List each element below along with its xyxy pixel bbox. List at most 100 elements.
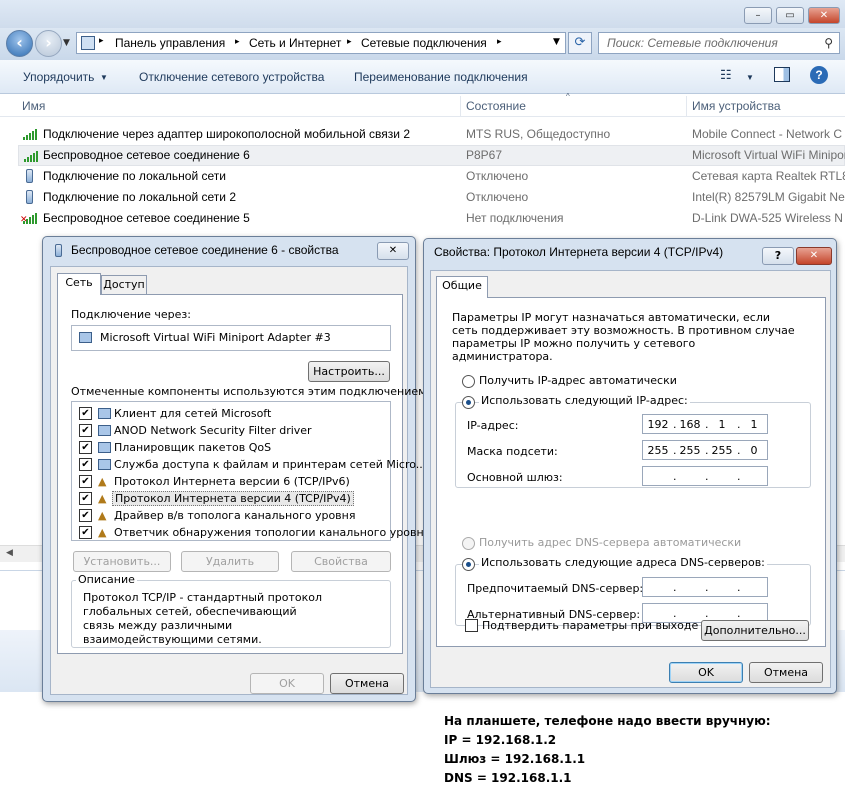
tab-panel: Подключение через: Microsoft Virtual WiF… xyxy=(57,294,430,654)
component-checkbox[interactable]: ✔ xyxy=(79,475,92,488)
tab-network[interactable]: Сеть xyxy=(57,273,101,295)
search-input[interactable]: Поиск: Сетевые подключения ⚲ xyxy=(598,32,840,54)
tab-general[interactable]: Общие xyxy=(436,276,488,298)
component-item[interactable]: ✔ Клиент для сетей Microsoft xyxy=(72,405,390,422)
description-text: Протокол TCP/IP - стандартный протокол г… xyxy=(83,591,323,646)
view-chevron-icon[interactable]: ▼ xyxy=(746,73,754,82)
ok-button[interactable]: OK xyxy=(669,662,743,683)
close-button[interactable]: ✕ xyxy=(377,242,409,260)
note-heading: На планшете, телефоне надо ввести вручну… xyxy=(444,714,771,728)
organize-button[interactable]: Упорядочить xyxy=(23,70,94,84)
component-item[interactable]: ✔ ▲ Протокол Интернета версии 6 (TCP/IPv… xyxy=(72,473,390,490)
column-name[interactable]: Имя xyxy=(22,99,45,113)
component-checkbox[interactable]: ✔ xyxy=(79,492,92,505)
connection-device: D-Link DWA-525 Wireless N 1 xyxy=(692,211,845,225)
ok-button[interactable]: OK xyxy=(250,673,324,694)
component-item[interactable]: ✔ Планировщик пакетов QoS xyxy=(72,439,390,456)
address-bar[interactable]: ▸ Панель управления ▸ Сеть и Интернет ▸ … xyxy=(76,32,566,54)
back-arrow-icon[interactable]: ‹ xyxy=(6,30,33,57)
validate-checkbox[interactable] xyxy=(465,619,478,632)
advanced-button[interactable]: Дополнительно... xyxy=(701,620,809,641)
view-options-icon[interactable]: ☷ xyxy=(720,67,732,83)
component-item-selected[interactable]: ✔ ▲ Протокол Интернета версии 4 (TCP/IPv… xyxy=(72,490,390,507)
search-icon[interactable]: ⚲ xyxy=(824,36,833,50)
breadcrumb-control-panel[interactable]: Панель управления xyxy=(115,36,225,50)
preview-pane-icon[interactable] xyxy=(774,67,790,82)
refresh-icon[interactable]: ⟳ xyxy=(568,32,592,54)
help-button[interactable]: ? xyxy=(762,247,794,265)
ip-address-field[interactable]: 192. 168. 1. 1 xyxy=(642,414,768,434)
close-button[interactable]: ✕ xyxy=(808,7,840,24)
file-sharing-icon xyxy=(98,459,111,470)
component-item[interactable]: ✔ ANOD Network Security Filter driver xyxy=(72,422,390,439)
connection-row[interactable]: Подключение по локальной сети Отключено … xyxy=(18,166,845,187)
address-dropdown-icon[interactable]: ▼ xyxy=(553,37,560,47)
connection-row-selected[interactable]: Беспроводное сетевое соединение 6 P8P67 … xyxy=(18,145,845,166)
signal-icon xyxy=(23,129,39,140)
manual-dns-radio[interactable] xyxy=(462,558,475,571)
command-bar: Упорядочить ▼ Отключение сетевого устрой… xyxy=(0,60,845,94)
gateway-field[interactable]: ... xyxy=(642,466,768,486)
component-checkbox[interactable]: ✔ xyxy=(79,441,92,454)
component-label: Протокол Интернета версии 4 (TCP/IPv4) xyxy=(112,491,354,506)
auto-dns-radio[interactable] xyxy=(462,537,475,550)
signal-disconnected-icon: ✕ xyxy=(20,213,39,225)
configure-button[interactable]: Настроить... xyxy=(308,361,390,382)
breadcrumb-network-connections[interactable]: Сетевые подключения xyxy=(361,36,487,50)
tab-sharing[interactable]: Доступ xyxy=(101,275,147,294)
connection-row[interactable]: Подключение по локальной сети 2 Отключен… xyxy=(18,187,845,208)
preferred-dns-field[interactable]: ... xyxy=(642,577,768,597)
column-status[interactable]: Состояние xyxy=(466,99,526,113)
manual-ip-radio[interactable] xyxy=(462,396,475,409)
component-checkbox[interactable]: ✔ xyxy=(79,526,92,539)
help-icon[interactable]: ? xyxy=(810,66,828,84)
ip-octet: 1 xyxy=(750,418,758,431)
protocol-icon: ▲ xyxy=(98,526,107,539)
column-device[interactable]: Имя устройства xyxy=(692,99,781,113)
cancel-button[interactable]: Отмена xyxy=(330,673,404,694)
forward-arrow-icon[interactable]: › xyxy=(35,30,62,57)
minimize-button[interactable]: – xyxy=(744,7,772,24)
ip-address-label: IP-адрес: xyxy=(467,419,519,432)
connection-name: Подключение по локальной сети xyxy=(43,169,226,183)
maximize-button[interactable]: ▭ xyxy=(776,7,804,24)
control-panel-icon xyxy=(81,36,95,50)
auto-dns-label: Получить адрес DNS-сервера автоматически xyxy=(479,536,742,549)
properties-button[interactable]: Свойства xyxy=(291,551,391,572)
connection-name: Беспроводное сетевое соединение 6 xyxy=(43,148,250,162)
description-title: Описание xyxy=(76,573,137,586)
install-button[interactable]: Установить... xyxy=(73,551,171,572)
component-item[interactable]: ✔ ▲ Ответчик обнаружения топологии канал… xyxy=(72,524,430,541)
component-checkbox[interactable]: ✔ xyxy=(79,407,92,420)
connection-name: Подключение по локальной сети 2 xyxy=(43,190,237,204)
intro-text: Параметры IP могут назначаться автоматич… xyxy=(452,311,795,363)
component-item[interactable]: ✔ ▲ Драйвер в/в тополога канального уров… xyxy=(72,507,390,524)
subnet-mask-label: Маска подсети: xyxy=(467,445,558,458)
remove-button[interactable]: Удалить xyxy=(181,551,279,572)
close-button[interactable]: ✕ xyxy=(796,247,832,265)
recent-pages-chevron-icon[interactable]: ▼ xyxy=(63,38,70,48)
components-list[interactable]: ✔ Клиент для сетей Microsoft ✔ ANOD Netw… xyxy=(71,401,430,541)
connection-row[interactable]: Подключение через адаптер широкополосной… xyxy=(18,124,845,145)
breadcrumb-separator-icon: ▸ xyxy=(497,37,502,47)
manual-ip-label: Использовать следующий IP-адрес: xyxy=(479,394,690,407)
component-checkbox[interactable]: ✔ xyxy=(79,509,92,522)
column-header-bar: Имя Состояние ^ Имя устройства xyxy=(0,92,845,117)
breadcrumb-network-internet[interactable]: Сеть и Интернет xyxy=(249,36,341,50)
subnet-mask-field[interactable]: 255. 255. 255. 0 xyxy=(642,440,768,460)
disable-device-button[interactable]: Отключение сетевого устройства xyxy=(139,70,324,84)
manual-dns-label: Использовать следующие адреса DNS-сервер… xyxy=(479,556,767,569)
component-checkbox[interactable]: ✔ xyxy=(79,424,92,437)
component-item[interactable]: ✔ Служба доступа к файлам и принтерам се… xyxy=(72,456,426,473)
scroll-left-arrow-icon[interactable]: ◀ xyxy=(6,548,13,558)
component-checkbox[interactable]: ✔ xyxy=(79,458,92,471)
component-label: Планировщик пакетов QoS xyxy=(114,441,272,454)
cancel-button[interactable]: Отмена xyxy=(749,662,823,683)
connection-row[interactable]: ✕ Беспроводное сетевое соединение 5 Нет … xyxy=(18,208,845,229)
rename-connection-button[interactable]: Переименование подключения xyxy=(354,70,528,84)
auto-ip-radio[interactable] xyxy=(462,375,475,388)
tab-panel: Параметры IP могут назначаться автоматич… xyxy=(436,297,826,647)
connection-status: MTS RUS, Общедоступно xyxy=(466,127,611,141)
component-label: Драйвер в/в тополога канального уровня xyxy=(114,509,356,522)
adapter-field: Microsoft Virtual WiFi Miniport Adapter … xyxy=(71,325,391,351)
